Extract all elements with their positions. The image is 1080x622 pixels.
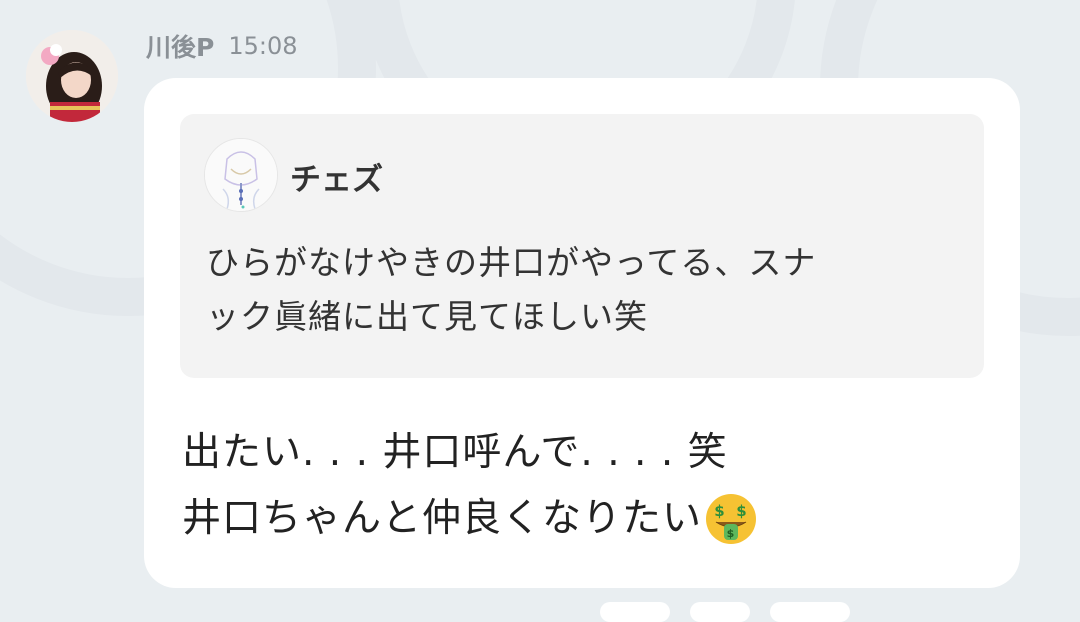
- avatar-photo-icon: [26, 30, 118, 122]
- sketch-avatar-icon: [205, 139, 277, 211]
- next-message-peek: [0, 596, 1080, 622]
- sender-name[interactable]: 川後P: [146, 28, 214, 64]
- quoted-author-avatar: [204, 138, 278, 212]
- message-body: 出たい. . . 井口呼んで. . . . 笑 井口ちゃんと仲良くなりたい $ …: [182, 420, 1002, 552]
- sender-avatar[interactable]: [26, 30, 118, 122]
- svg-text:$: $: [714, 502, 725, 520]
- svg-text:$: $: [727, 527, 736, 540]
- message-line: 出たい. . . 井口呼んで. . . . 笑: [182, 430, 728, 475]
- message-line-with-emoji: 井口ちゃんと仲良くなりたい $ $ $: [182, 486, 1002, 552]
- quoted-text-line: ひらがなけやきの井口がやってる、スナ: [206, 243, 817, 282]
- money-mouth-face-icon: $ $ $: [706, 494, 757, 544]
- quoted-author-name: チェズ: [290, 162, 383, 198]
- quoted-message[interactable]: チェズ ひらがなけやきの井口がやってる、スナ ック眞緒に出て見てほしい笑: [180, 114, 984, 378]
- message-bubble[interactable]: チェズ ひらがなけやきの井口がやってる、スナ ック眞緒に出て見てほしい笑 出たい…: [144, 78, 1020, 588]
- message-line-text: 井口ちゃんと仲良くなりたい: [182, 496, 703, 541]
- message-time: 15:08: [228, 32, 298, 60]
- quoted-text-line: ック眞緒に出て見てほしい笑: [206, 297, 648, 336]
- message-header: 川後P 15:08: [146, 30, 298, 62]
- quoted-text: ひらがなけやきの井口がやってる、スナ ック眞緒に出て見てほしい笑: [206, 236, 968, 344]
- svg-text:$: $: [736, 502, 747, 520]
